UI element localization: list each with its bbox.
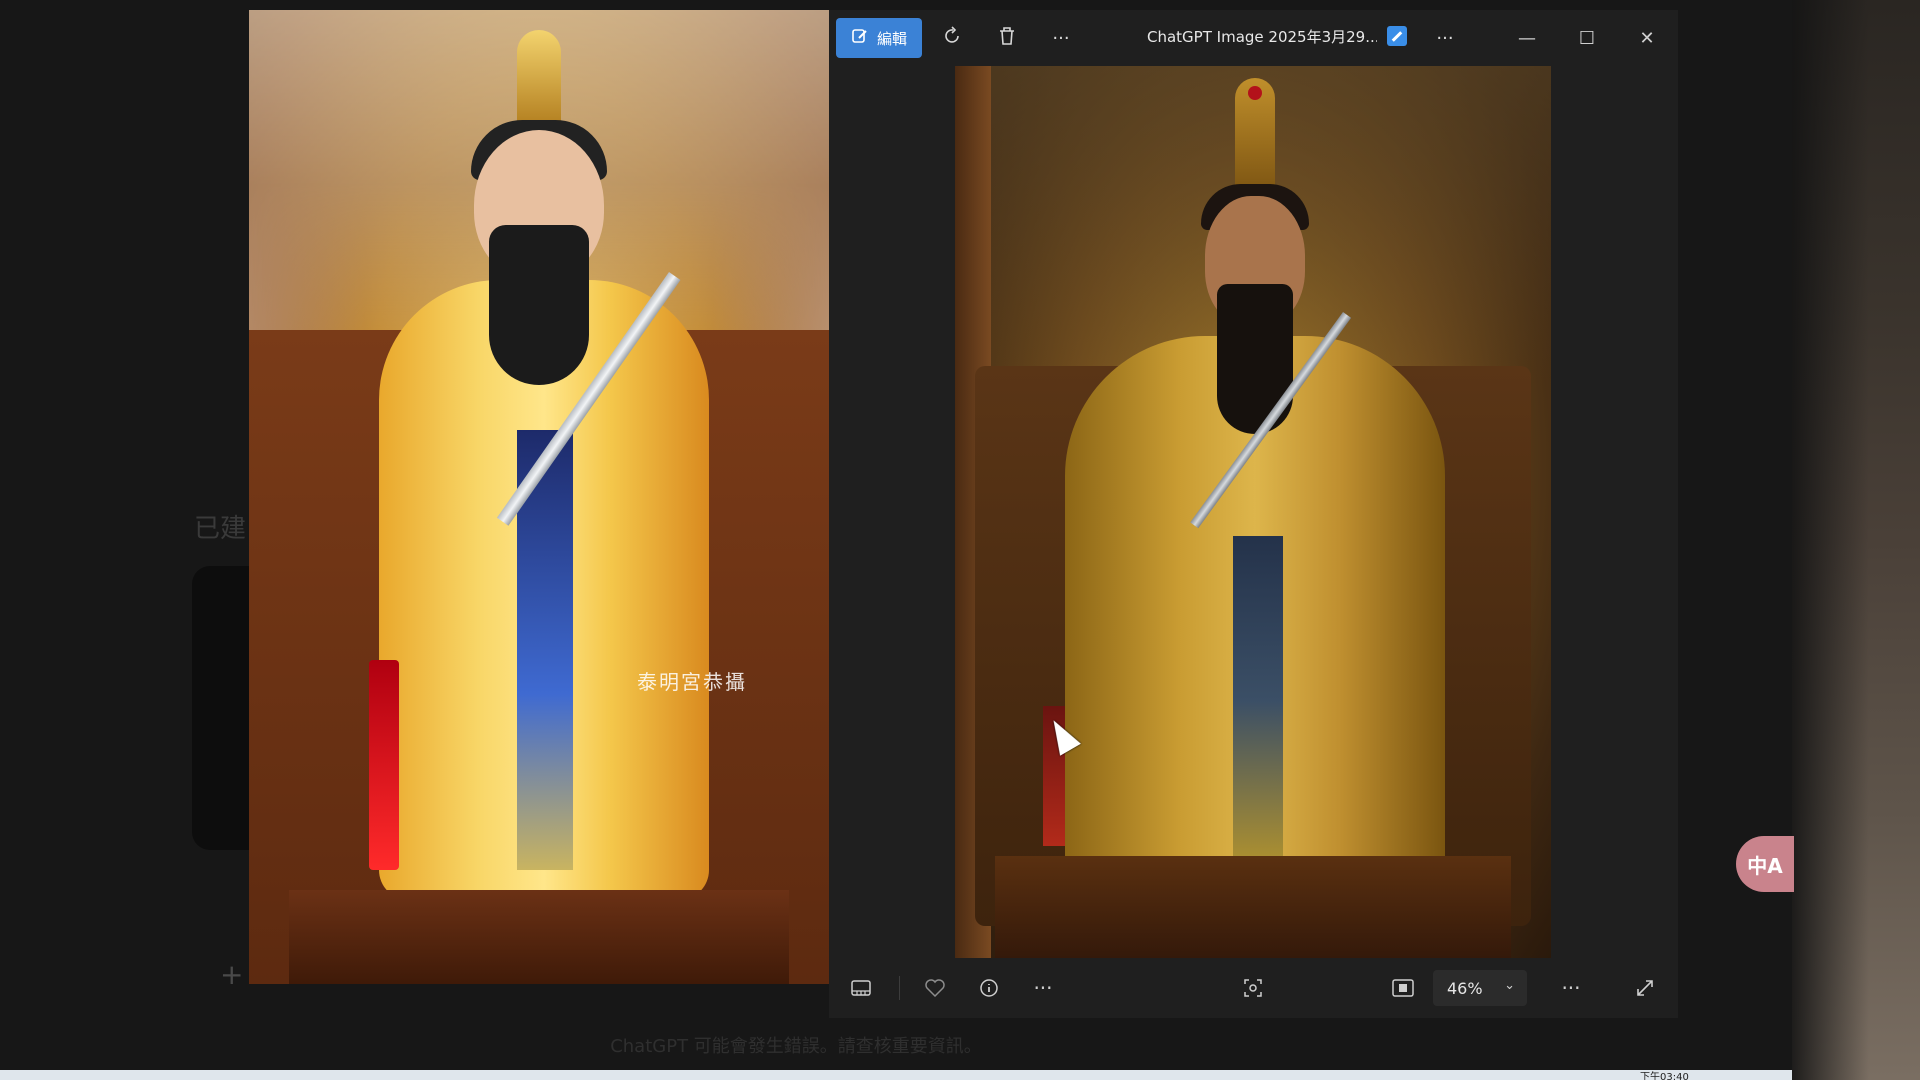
delete-button[interactable] (987, 18, 1027, 58)
more-icon[interactable]: ··· (1023, 970, 1063, 1006)
red-tassel (369, 660, 399, 870)
beard (489, 225, 589, 385)
chevron-down-icon: ⌄ (1504, 978, 1515, 993)
throne-base (289, 890, 789, 984)
ai-generated-icon[interactable] (1387, 26, 1407, 46)
delete-icon (998, 26, 1016, 51)
robe-sash (1233, 536, 1283, 866)
background-image-card (192, 566, 252, 850)
fullscreen-icon[interactable] (1625, 970, 1665, 1006)
zoom-select[interactable]: 46% ⌄ (1433, 970, 1527, 1006)
image-title: ChatGPT Image 2025年3月29... (1147, 28, 1377, 46)
viewer-toolbar: 編輯 ··· ChatGPT Image 2025年3月29... ··· — … (829, 10, 1678, 66)
edit-icon (851, 27, 869, 49)
statue-photo: 泰明宮恭攝 (249, 10, 829, 984)
translate-button[interactable]: 中A (1736, 836, 1794, 892)
close-icon[interactable]: ✕ (1623, 18, 1671, 58)
taskbar-clock: 下午03:40 (1640, 1072, 1689, 1080)
face-scan-icon[interactable] (1233, 970, 1273, 1006)
edit-button[interactable]: 編輯 (836, 18, 922, 58)
crown (517, 30, 561, 130)
rotate-button[interactable] (933, 18, 973, 58)
screen: 已建 + ChatGPT 可能會發生錯誤。請查核重要資訊。 中A 泰明宮恭攝 編… (0, 0, 1920, 1080)
favorite-icon[interactable] (915, 970, 955, 1006)
title-more-button[interactable]: ··· (1425, 18, 1465, 58)
photo-watermark: 泰明宮恭攝 (637, 670, 747, 694)
fit-screen-icon[interactable] (1383, 970, 1423, 1006)
chair-base (995, 856, 1511, 958)
zoom-value: 46% (1447, 978, 1483, 998)
displayed-image[interactable] (955, 66, 1551, 958)
crown-jewel (1248, 86, 1262, 100)
background-label: 已建 (194, 514, 247, 544)
background-right-panel (1792, 0, 1920, 1080)
chat-disclaimer: ChatGPT 可能會發生錯誤。請查核重要資訊。 (610, 1036, 982, 1057)
edit-label: 編輯 (876, 29, 907, 48)
separator (899, 976, 900, 1000)
more-options-button[interactable]: ··· (1041, 18, 1081, 58)
minimize-icon[interactable]: — (1503, 18, 1551, 58)
filmstrip-icon[interactable] (841, 970, 881, 1006)
taskbar: 下午03:40 (0, 1070, 1792, 1080)
rotate-icon (943, 25, 963, 51)
zoom-more-icon[interactable]: ··· (1551, 970, 1591, 1006)
background-plus-button[interactable]: + (220, 958, 243, 991)
info-icon[interactable] (969, 970, 1009, 1006)
viewer-bottombar: ··· 46% ⌄ ··· (829, 958, 1678, 1018)
maximize-icon[interactable]: ☐ (1563, 18, 1611, 58)
photos-viewer-window: 編輯 ··· ChatGPT Image 2025年3月29... ··· — … (829, 10, 1678, 1018)
